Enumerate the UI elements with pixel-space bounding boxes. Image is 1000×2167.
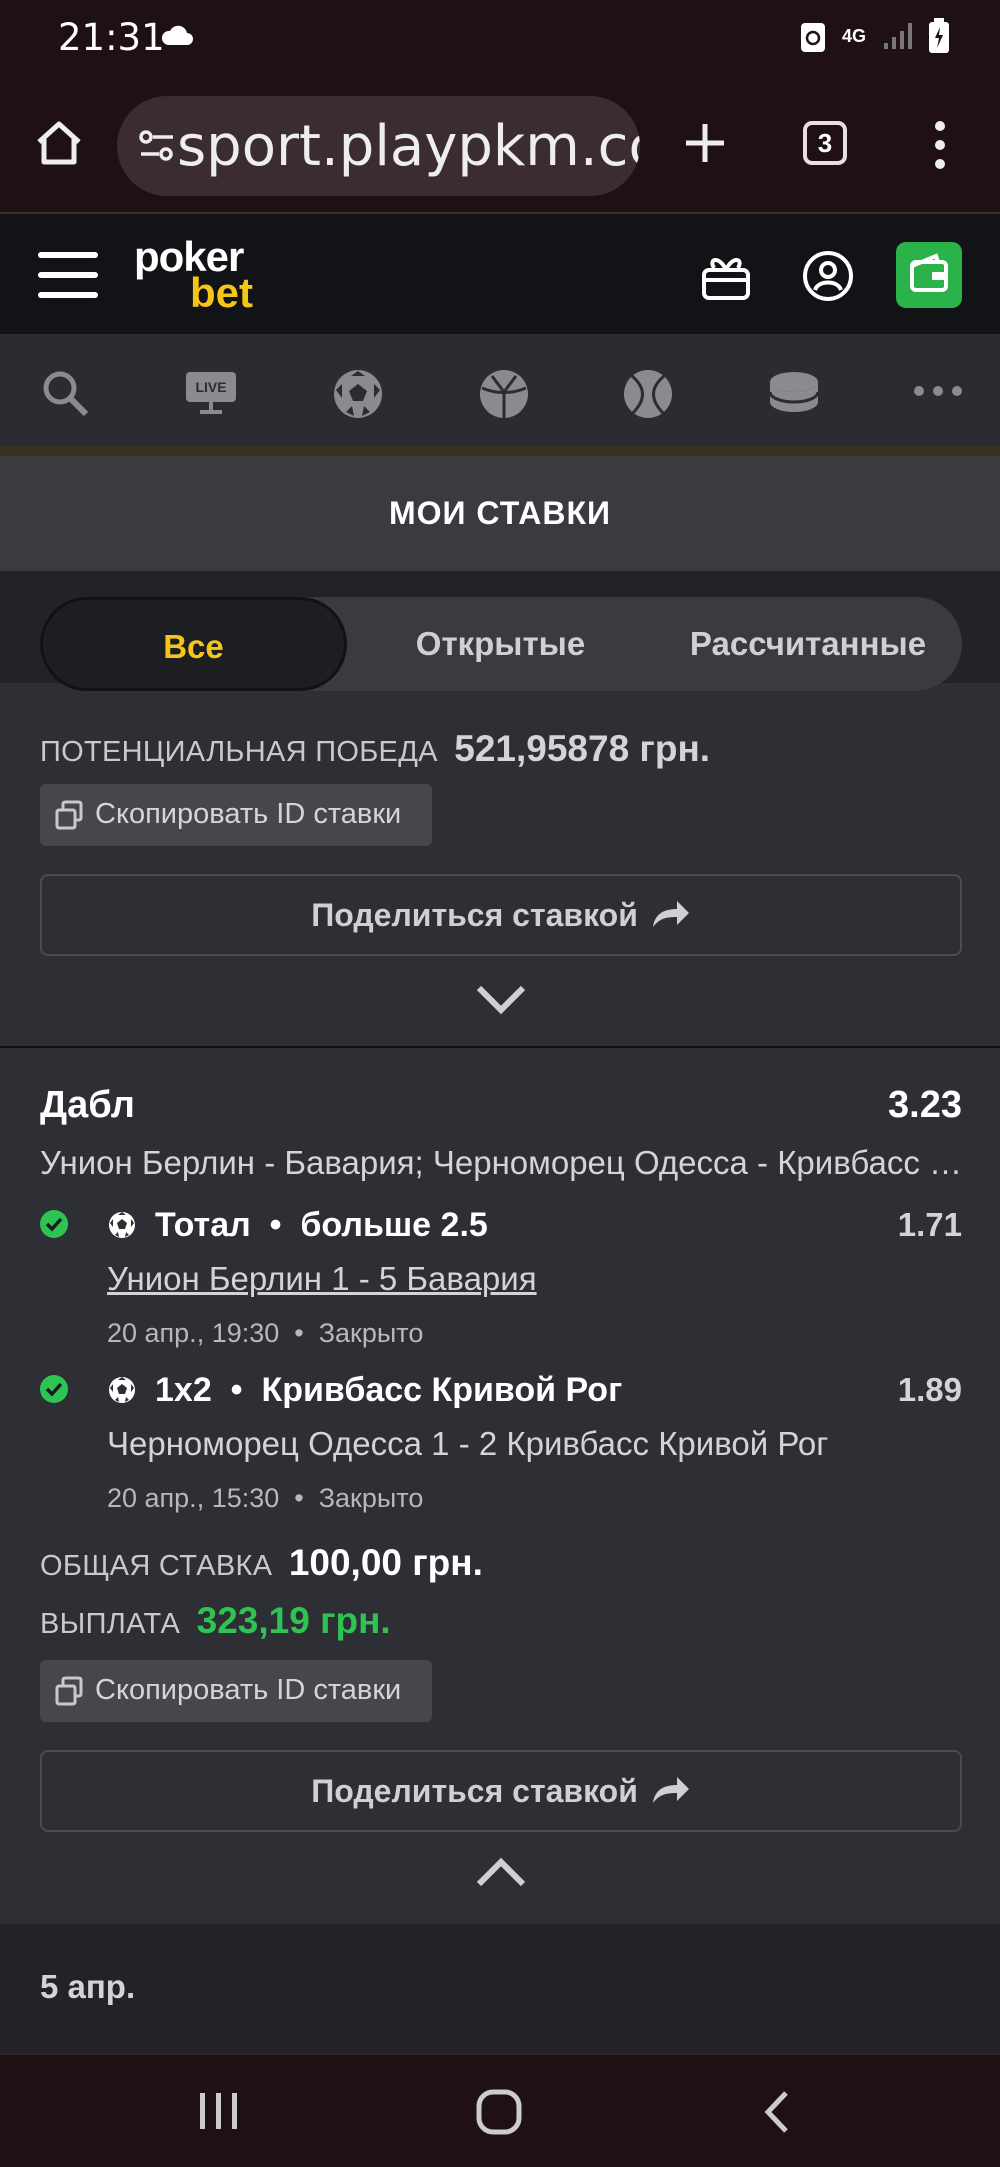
status-bar: 21:31 4G bbox=[0, 0, 1000, 78]
more-vert-icon[interactable] bbox=[930, 120, 950, 170]
back-icon[interactable] bbox=[762, 2089, 792, 2135]
url-text: sport.playpkm.cc bbox=[177, 114, 640, 179]
tab-open[interactable]: Открытые bbox=[347, 597, 654, 691]
site-header: poker bet bbox=[0, 216, 1000, 334]
more-sports-icon[interactable] bbox=[912, 384, 964, 398]
wallet-icon bbox=[910, 253, 948, 292]
recent-apps-icon[interactable] bbox=[196, 2091, 242, 2131]
sport-nav: LIVE bbox=[0, 334, 1000, 454]
site-settings-icon[interactable] bbox=[137, 126, 177, 166]
stake-row: ОБЩАЯ СТАВКА 100,00 грн. bbox=[40, 1542, 483, 1584]
copy-icon bbox=[55, 1676, 83, 1706]
bet-filter-bar: Все Открытые Рассчитанные bbox=[0, 571, 1000, 691]
recycle-icon bbox=[800, 23, 825, 52]
panel-title: МОИ СТАВКИ bbox=[0, 456, 1000, 571]
copy-icon bbox=[55, 800, 83, 830]
wallet-button[interactable] bbox=[896, 242, 962, 308]
payout-row: ВЫПЛАТА 323,19 грн. bbox=[40, 1600, 391, 1642]
user-profile-icon[interactable] bbox=[802, 250, 854, 302]
share-bet-button[interactable]: Поделиться ставкой bbox=[40, 874, 962, 956]
potential-win-row: ПОТЕНЦИАЛЬНАЯ ПОБЕДА 521,95878 грн. bbox=[40, 728, 710, 770]
new-tab-icon[interactable] bbox=[680, 118, 730, 168]
football-icon bbox=[109, 1212, 135, 1238]
check-circle-icon bbox=[40, 1375, 68, 1403]
hockey-puck-icon[interactable] bbox=[768, 368, 820, 418]
share-arrow-icon bbox=[652, 1777, 689, 1803]
date-group-label: 5 апр. bbox=[40, 1968, 136, 2005]
check-circle-icon bbox=[40, 1210, 68, 1238]
my-bets-panel: МОИ СТАВКИ Все Открытые Рассчитанные ПОТ… bbox=[0, 456, 1000, 2053]
pokerbet-logo[interactable]: poker bet bbox=[134, 236, 253, 314]
potential-win-value: 521,95878 грн. bbox=[454, 728, 711, 769]
search-icon[interactable] bbox=[40, 368, 90, 418]
browser-toolbar: sport.playpkm.cc 3 bbox=[0, 78, 1000, 214]
copy-bet-id-button[interactable]: Скопировать ID ставки bbox=[40, 1660, 432, 1722]
date-group-header: 5 апр. bbox=[0, 1924, 1000, 2053]
tabs-counter-button[interactable]: 3 bbox=[803, 121, 847, 165]
selection-market: Тотал • больше 2.5 bbox=[155, 1206, 488, 1244]
stake-label: ОБЩАЯ СТАВКА bbox=[40, 1550, 273, 1582]
payout-value: 323,19 грн. bbox=[196, 1600, 391, 1641]
bet-filter-tabs: Все Открытые Рассчитанные bbox=[40, 597, 962, 691]
cloud-icon bbox=[161, 25, 193, 45]
bet-events-summary: Унион Берлин - Бавария; Черноморец Одесс… bbox=[40, 1144, 970, 1181]
tennis-icon[interactable] bbox=[622, 368, 674, 420]
football-icon[interactable] bbox=[332, 368, 384, 420]
selection-match-link[interactable]: Унион Берлин 1 - 5 Бавария bbox=[107, 1260, 537, 1298]
share-bet-button[interactable]: Поделиться ставкой bbox=[40, 1750, 962, 1832]
status-time: 21:31 bbox=[58, 16, 165, 59]
gift-icon[interactable] bbox=[700, 252, 752, 302]
battery-icon bbox=[929, 18, 949, 53]
tab-settled[interactable]: Рассчитанные bbox=[654, 597, 962, 691]
hamburger-menu-icon[interactable] bbox=[38, 252, 98, 298]
football-icon bbox=[109, 1377, 135, 1403]
system-nav-bar bbox=[0, 2053, 1000, 2167]
bet-total-odds: 3.23 bbox=[888, 1084, 962, 1126]
home-nav-icon[interactable] bbox=[476, 2089, 522, 2135]
selection-market: 1x2 • Кривбасс Кривой Рог bbox=[155, 1371, 623, 1409]
home-icon[interactable] bbox=[34, 118, 84, 168]
chevron-down-icon[interactable] bbox=[475, 984, 527, 1016]
address-bar[interactable]: sport.playpkm.cc bbox=[117, 96, 640, 196]
payout-label: ВЫПЛАТА bbox=[40, 1608, 181, 1640]
live-icon[interactable]: LIVE bbox=[186, 372, 236, 414]
basketball-icon[interactable] bbox=[478, 368, 530, 420]
selection-meta: 20 апр., 15:30 • Закрыто bbox=[107, 1483, 424, 1513]
selection-match: Черноморец Одесса 1 - 2 Кривбасс Кривой … bbox=[107, 1425, 829, 1462]
tab-all[interactable]: Все bbox=[40, 597, 347, 691]
signal-icon bbox=[884, 23, 912, 49]
share-arrow-icon bbox=[652, 901, 689, 927]
copy-bet-id-button[interactable]: Скопировать ID ставки bbox=[40, 784, 432, 846]
selection-odd: 1.71 bbox=[897, 1206, 962, 1243]
potential-win-label: ПОТЕНЦИАЛЬНАЯ ПОБЕДА bbox=[40, 736, 438, 768]
stake-value: 100,00 грн. bbox=[288, 1542, 483, 1583]
network-type: 4G bbox=[841, 26, 866, 46]
chevron-up-icon[interactable] bbox=[475, 1856, 527, 1888]
selection-meta: 20 апр., 19:30 • Закрыто bbox=[107, 1318, 424, 1348]
bet-type: Дабл bbox=[40, 1084, 135, 1126]
selection-odd: 1.89 bbox=[897, 1371, 962, 1408]
card-divider bbox=[0, 1046, 1000, 1048]
